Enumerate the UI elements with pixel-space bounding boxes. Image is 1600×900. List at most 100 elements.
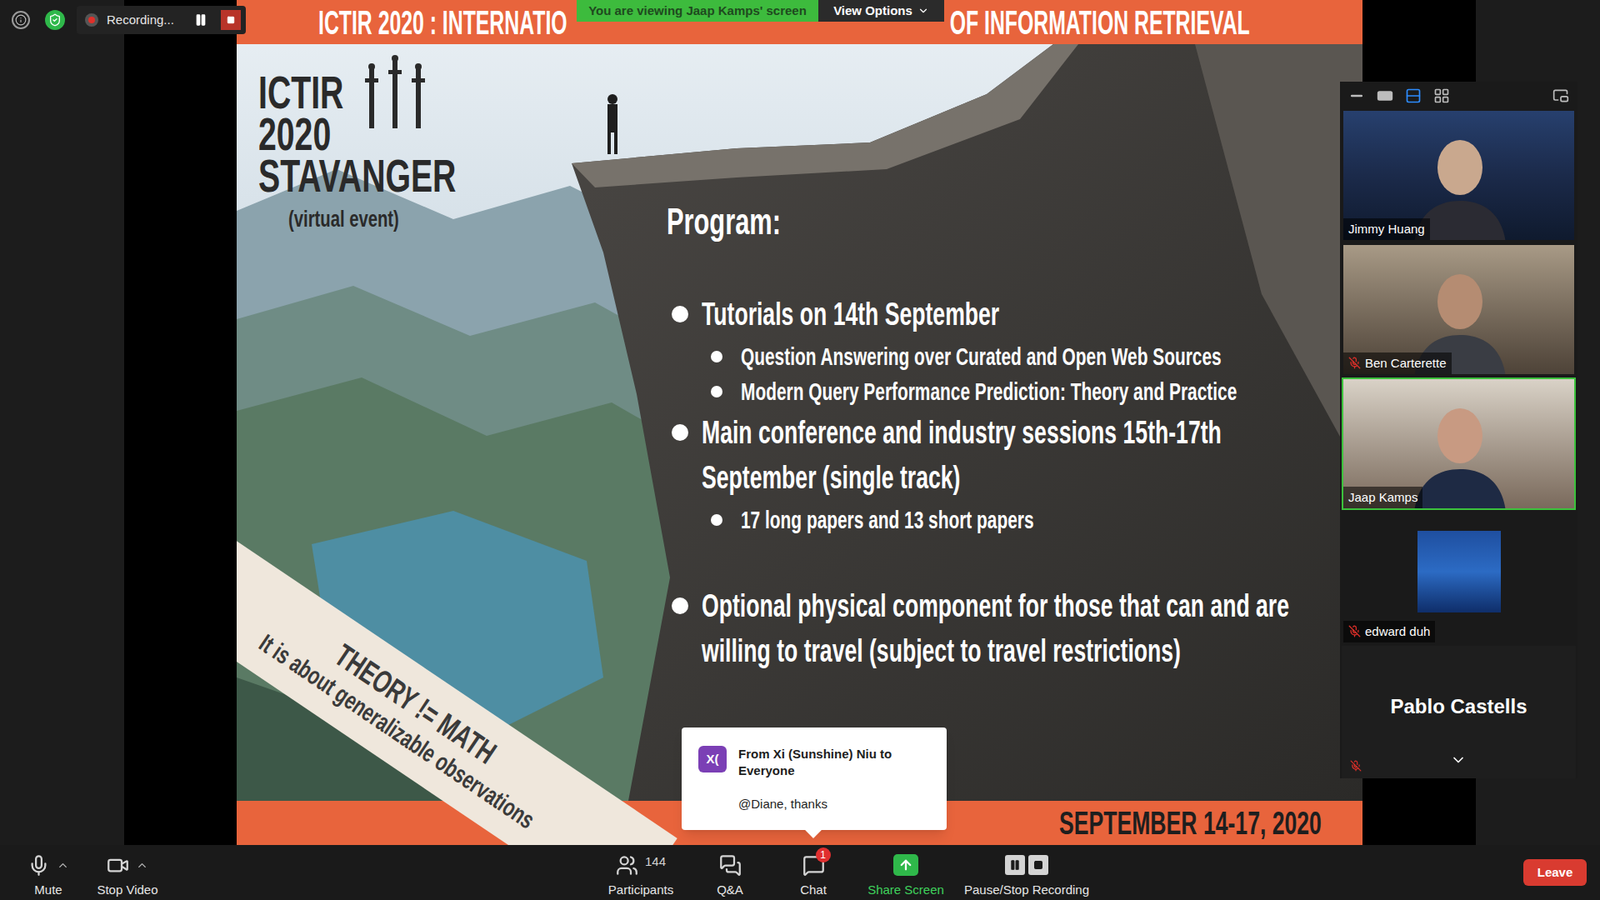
muted-mic-icon [1350, 760, 1362, 772]
video-gallery-panel: Jimmy Huang Ben Carterette Jaap Kamps edwar… [1340, 81, 1578, 779]
caret-up-icon[interactable] [135, 859, 149, 872]
bullet-text: Main conference and industry sessions 15… [701, 410, 1320, 500]
logo-line: STAVANGER [258, 155, 667, 197]
bullet-text: 17 long papers and 13 short papers [740, 505, 1317, 535]
recording-indicator: Recording... [76, 5, 246, 35]
participant-name: Jaap Kamps [1348, 488, 1418, 508]
button-icon-row [1005, 852, 1049, 878]
logo-text: ICTIR2020STAVANGER (virtual event) [258, 71, 667, 237]
video-button[interactable]: Stop Video [81, 845, 174, 900]
bullet-dot [671, 305, 689, 323]
name-label: Jaap Kamps [1343, 486, 1423, 510]
video-camera-icon [106, 854, 130, 877]
button-icon-row [106, 852, 149, 878]
button-label: Pause/Stop Recording [964, 880, 1090, 900]
chevron-down-icon [917, 5, 930, 17]
button-icon-row: 144 [615, 852, 666, 878]
recording-label: Recording... [106, 10, 186, 30]
participants-icon [615, 854, 639, 877]
button-label: Chat [800, 880, 827, 900]
participants-button[interactable]: 144 Participants [597, 845, 685, 900]
button-icon-row [27, 852, 70, 878]
chat-badge: 1 [815, 847, 831, 863]
chat-sender: From Xi (Sunshine) Niu to Everyone [738, 745, 930, 780]
program-sub-bullet: 17 long papers and 13 short papers [666, 505, 1363, 535]
program: Program: Tutorials on 14th September Quest… [666, 44, 1363, 801]
toolbar-center: 144 Participants Q&A 1 Chat Share ScreenPause… [597, 845, 1093, 900]
recording-dot [85, 13, 99, 27]
viewing-notice: You are viewing Jaap Kamps' screen [576, 0, 819, 22]
pause-icon [1009, 859, 1021, 871]
name-label: edward duh [1343, 620, 1435, 644]
view-modes [1348, 87, 1450, 105]
name-area: Pablo Castells [1343, 647, 1575, 777]
shared-screen: ICTIR 2020 : INTERNATIOOF INFORMATION RE… [124, 0, 1476, 845]
logo-line: 2020 [258, 113, 667, 155]
bullet-text: Optional physical component for those th… [701, 583, 1320, 674]
button-label: Participants [608, 880, 674, 900]
participant-name: Ben Carterette [1365, 354, 1447, 374]
participant-tile[interactable]: Jaap Kamps [1341, 377, 1576, 510]
slide-dates: SEPTEMBER 14-17, 2020 [1059, 807, 1322, 840]
strip-view-icon[interactable] [1405, 87, 1422, 105]
chat-message: @Diane, thanks [738, 795, 930, 813]
program-bullet: Main conference and industry sessions 15… [666, 410, 1363, 500]
popout-icon[interactable] [1552, 87, 1570, 105]
presentation-slide: ICTIR 2020 : INTERNATIOOF INFORMATION RE… [236, 0, 1363, 845]
logo-line: ICTIR [258, 71, 667, 114]
bullet-dot [671, 424, 689, 441]
slide-title-right: OF INFORMATION RETRIEVAL [950, 5, 1250, 40]
minimize-icon[interactable] [1348, 87, 1365, 105]
leave-button[interactable]: Leave [1523, 859, 1587, 886]
profile-picture [1417, 530, 1501, 613]
participant-list: Jimmy Huang Ben Carterette Jaap Kamps edwar… [1340, 109, 1578, 779]
program-title: Program: [666, 200, 1363, 244]
stop-recording-button[interactable] [220, 10, 241, 30]
bullet-dot [710, 350, 723, 363]
participant-tile[interactable]: edward duh [1341, 511, 1576, 645]
encryption-badge[interactable] [45, 10, 65, 30]
participant-name: Pablo Castells [1390, 691, 1527, 722]
pause-recording-icon[interactable] [194, 13, 208, 27]
view-options-button[interactable]: View Options [818, 0, 945, 22]
participant-tile[interactable]: Pablo Castells [1341, 645, 1576, 779]
bullet-dot [710, 514, 723, 526]
shield-check-icon [48, 13, 62, 27]
stop-icon [1033, 860, 1044, 870]
record-button[interactable]: Pause/Stop Recording [960, 845, 1093, 900]
microphone-icon [27, 854, 50, 877]
sender-avatar: X( [698, 745, 727, 773]
program-sub-bullet: Modern Query Performance Prediction: The… [666, 376, 1363, 407]
program-bullet: Tutorials on 14th September [666, 291, 1363, 337]
button-label: Mute [34, 880, 62, 900]
participant-name: edward duh [1365, 622, 1430, 642]
left-margin [0, 0, 125, 845]
mic-button[interactable]: Mute [15, 845, 82, 900]
chat-notification[interactable]: X( From Xi (Sunshine) Niu to Everyone @Dia… [681, 727, 947, 830]
chat-text: From Xi (Sunshine) Niu to Everyone @Diane… [738, 745, 930, 819]
share-button[interactable]: Share Screen [850, 845, 961, 900]
logo-subtitle: (virtual event) [258, 205, 667, 237]
program-sub-bullet: Question Answering over Curated and Open… [666, 341, 1363, 372]
chat-button[interactable]: 1 Chat [775, 845, 851, 900]
caret-up-icon[interactable] [56, 859, 70, 872]
grid-view-icon[interactable] [1433, 87, 1450, 105]
participant-count: 144 [645, 852, 666, 872]
scroll-down-icon[interactable] [1450, 751, 1467, 769]
participant-tile[interactable]: Jimmy Huang [1341, 109, 1576, 242]
button-icon-row [719, 852, 742, 878]
participant-tile[interactable]: Ben Carterette [1341, 243, 1576, 376]
participant-name: Jimmy Huang [1348, 220, 1425, 240]
meeting-info-button[interactable] [11, 10, 30, 30]
muted-mic-icon [1348, 625, 1361, 638]
name-label: Jimmy Huang [1343, 218, 1430, 241]
qa-button[interactable]: Q&A [684, 845, 776, 900]
screen-share-banner: You are viewing Jaap Kamps' screenView O… [576, 0, 945, 22]
stop-box [1028, 855, 1049, 875]
stop-icon [226, 15, 235, 25]
pause-box [1005, 855, 1025, 875]
info-icon [15, 14, 27, 26]
arrow-up-icon [898, 857, 914, 873]
speaker-view-icon[interactable] [1376, 87, 1394, 105]
share-screen-icon [893, 854, 919, 876]
